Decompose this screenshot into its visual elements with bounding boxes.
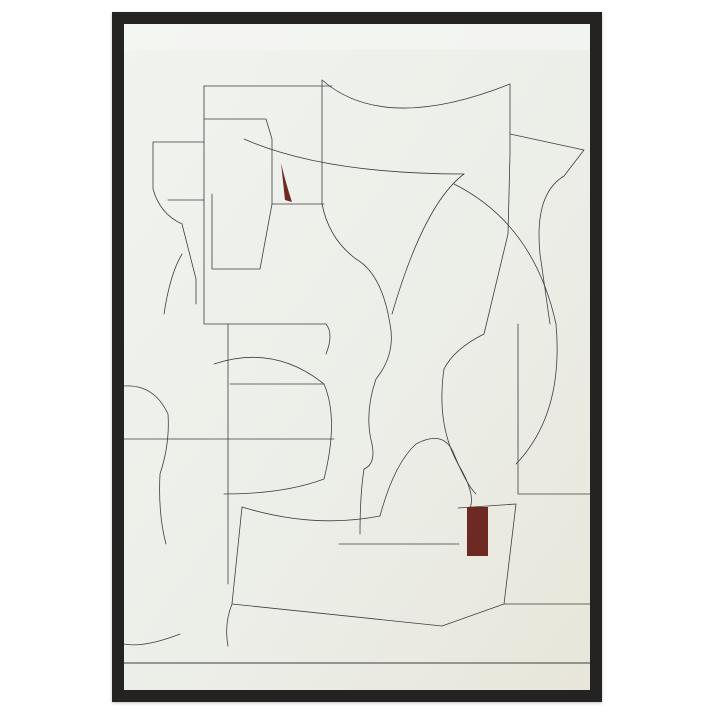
abstract-line-drawing	[124, 24, 590, 690]
image-stage	[0, 0, 713, 713]
top-band	[124, 24, 590, 50]
paper-background	[124, 24, 590, 690]
red-accent-lower	[467, 507, 488, 556]
artwork-canvas	[124, 24, 590, 690]
picture-frame	[112, 12, 602, 702]
